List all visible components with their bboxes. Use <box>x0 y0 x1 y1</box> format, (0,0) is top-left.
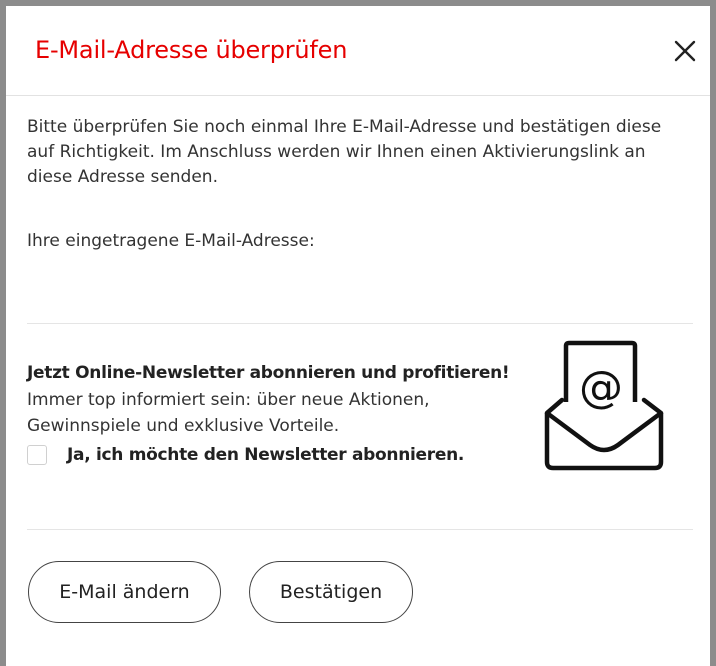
newsletter-heading: Jetzt Online-Newsletter abonnieren und p… <box>27 363 510 383</box>
close-icon[interactable] <box>670 36 700 66</box>
newsletter-checkbox-row[interactable]: Ja, ich möchte den Newsletter abonnieren… <box>27 442 464 468</box>
divider <box>27 529 693 530</box>
dialog-header: E-Mail-Adresse überprüfen <box>6 6 710 96</box>
envelope-at-icon: @ <box>544 338 664 472</box>
change-email-button[interactable]: E-Mail ändern <box>28 561 221 623</box>
newsletter-checkbox[interactable] <box>27 445 47 465</box>
email-label: Ihre eingetragene E-Mail-Adresse: <box>27 231 315 251</box>
intro-text: Bitte überprüfen Sie noch einmal Ihre E-… <box>27 117 662 187</box>
divider <box>27 323 693 324</box>
newsletter-checkbox-label[interactable]: Ja, ich möchte den Newsletter abonnieren… <box>67 445 464 465</box>
newsletter-description: Immer top informiert sein: über neue Akt… <box>27 390 430 436</box>
dialog-title: E-Mail-Adresse überprüfen <box>35 36 348 64</box>
confirm-button[interactable]: Bestätigen <box>249 561 413 623</box>
svg-text:@: @ <box>579 362 623 413</box>
email-verification-dialog: E-Mail-Adresse überprüfen Bitte überprüf… <box>6 6 710 666</box>
